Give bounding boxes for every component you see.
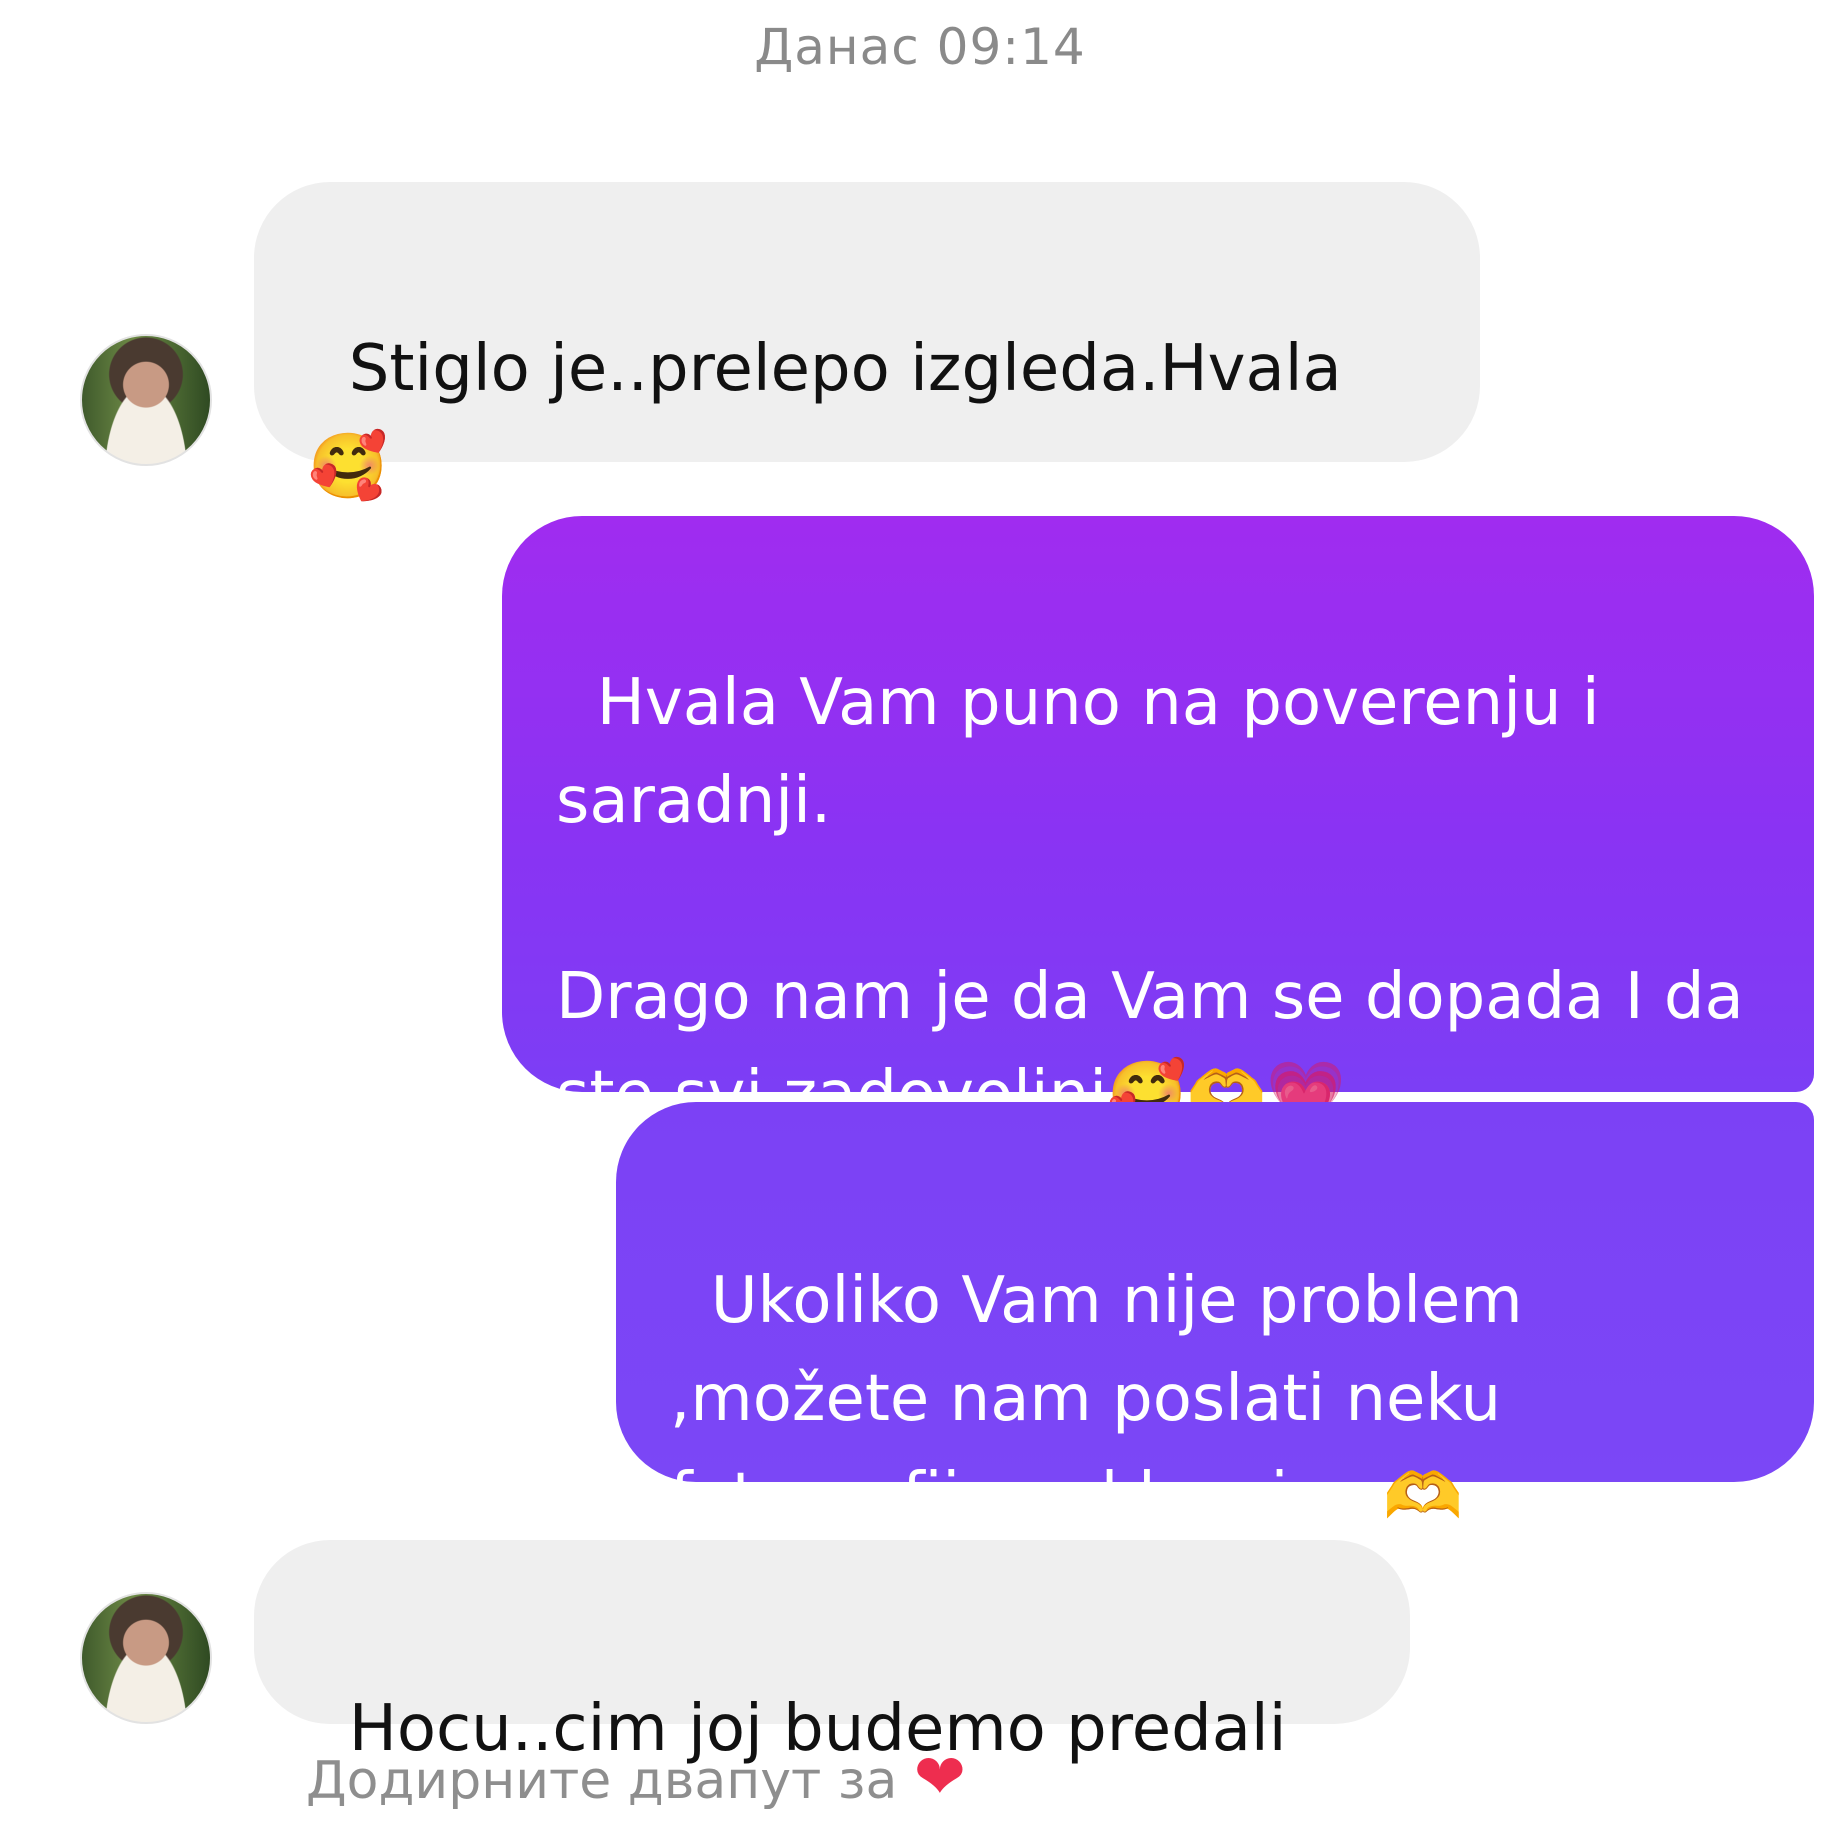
avatar[interactable] — [80, 334, 212, 466]
outgoing-message-bubble[interactable]: Ukoliko Vam nije problem ,možete nam pos… — [616, 1102, 1814, 1534]
message-text: Hvala Vam puno na poverenju i saradnji. … — [556, 666, 1744, 1132]
message-text: Ukoliko Vam nije problem ,možete nam pos… — [670, 1264, 1544, 1534]
avatar[interactable] — [80, 1592, 212, 1724]
incoming-message-bubble[interactable]: Hocu..cim joj budemo predali — [254, 1540, 1410, 1766]
heart-icon[interactable]: ❤ — [914, 1740, 966, 1813]
double-tap-hint-text: Додирните двапут за — [306, 1751, 898, 1811]
outgoing-message-bubble[interactable]: Hvala Vam puno na poverenju i saradnji. … — [502, 516, 1814, 1132]
message-text: Stiglo je..prelepo izgleda.Hvala 🥰 — [308, 332, 1342, 504]
timestamp: Данас 09:14 — [754, 18, 1086, 76]
double-tap-hint: Додирните двапут за ❤ — [306, 1740, 966, 1813]
incoming-message-bubble[interactable]: Stiglo je..prelepo izgleda.Hvala 🥰 — [254, 182, 1480, 504]
